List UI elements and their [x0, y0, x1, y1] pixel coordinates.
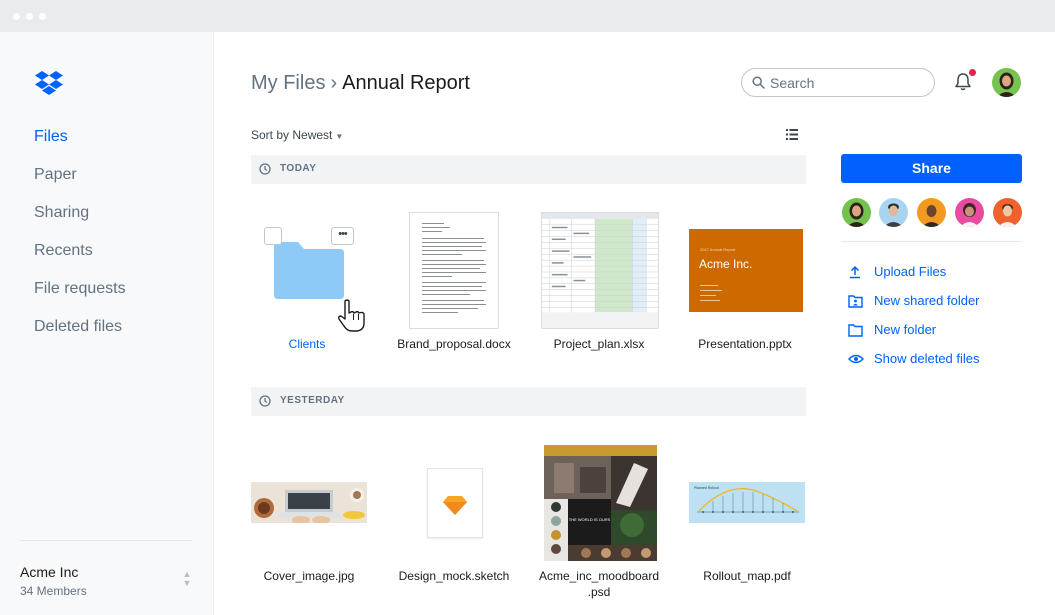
member-avatar[interactable]	[879, 198, 908, 227]
eye-icon	[848, 354, 864, 364]
sidebar-item-paper[interactable]: Paper	[34, 165, 77, 185]
file-name[interactable]: Clients	[232, 336, 382, 352]
document-thumbnail	[409, 212, 499, 329]
file-name[interactable]: Cover_image.jpg	[234, 568, 384, 584]
hand-pointer-cursor-icon	[338, 299, 365, 332]
sketch-file-thumbnail	[427, 468, 483, 538]
search-input[interactable]	[770, 74, 920, 92]
team-name[interactable]: Acme Inc	[20, 564, 78, 580]
minimize-window-button[interactable]	[26, 13, 33, 20]
sidebar-item-recents[interactable]: Recents	[34, 241, 93, 261]
team-member-count: 34 Members	[20, 584, 87, 598]
close-window-button[interactable]	[13, 13, 20, 20]
presentation-thumbnail-subtitle: 2017 Annual Report	[700, 247, 736, 252]
sort-label: Sort by Newest	[251, 128, 333, 142]
team-switcher-chevron-icon[interactable]: ▲ ▼	[180, 570, 194, 590]
sidebar-divider	[20, 540, 192, 541]
file-name[interactable]: Design_mock.sketch	[379, 568, 529, 584]
select-checkbox[interactable]	[264, 227, 282, 245]
pdf-thumbnail: Planned Rollout	[689, 482, 805, 523]
clock-icon	[259, 163, 271, 175]
avatar-person-icon	[884, 203, 903, 227]
dropbox-logo-icon[interactable]	[34, 70, 64, 98]
maximize-window-button[interactable]	[39, 13, 46, 20]
shared-folder-icon	[848, 295, 863, 308]
search-box[interactable]	[741, 68, 935, 97]
sort-dropdown[interactable]: Sort by Newest ▼	[251, 128, 343, 142]
avatar-person-icon	[922, 205, 941, 227]
presentation-thumbnail-title: Acme Inc.	[699, 257, 753, 271]
file-name[interactable]: Brand_proposal.docx	[379, 336, 529, 352]
avatar-person-icon	[997, 72, 1016, 97]
notification-badge	[969, 69, 976, 76]
breadcrumb-separator: ›	[330, 72, 338, 94]
avatar-person-icon	[998, 204, 1017, 227]
sidebar-item-files[interactable]: Files	[34, 127, 68, 147]
section-header-yesterday: YESTERDAY	[251, 387, 806, 416]
folder-icon	[274, 242, 344, 299]
avatar-person-icon	[960, 203, 979, 227]
folder-icon	[848, 324, 863, 337]
user-avatar[interactable]	[992, 68, 1021, 97]
file-name[interactable]: Acme_inc_moodboard .psd	[524, 568, 674, 600]
sidebar-item-sharing[interactable]: Sharing	[34, 203, 89, 223]
spreadsheet-thumbnail	[541, 212, 659, 329]
caret-down-icon: ▼	[335, 132, 344, 141]
section-label: YESTERDAY	[280, 395, 345, 406]
breadcrumb: My Files › Annual Report	[251, 72, 470, 95]
pdf-thumbnail-title: Planned Rollout	[694, 486, 719, 490]
window-titlebar	[0, 0, 1055, 32]
member-avatar[interactable]	[955, 198, 984, 227]
sketch-diamond-icon	[443, 496, 467, 515]
image-thumbnail	[251, 482, 367, 523]
action-label: New shared folder	[874, 293, 980, 308]
member-avatar[interactable]	[993, 198, 1022, 227]
section-label: TODAY	[280, 163, 317, 174]
file-name[interactable]: Project_plan.xlsx	[524, 336, 674, 352]
avatar-person-icon	[847, 202, 866, 227]
member-avatar[interactable]	[842, 198, 871, 227]
section-header-today: TODAY	[251, 155, 806, 184]
file-name[interactable]: Presentation.pptx	[670, 336, 820, 352]
clock-icon	[259, 395, 271, 407]
file-name[interactable]: Rollout_map.pdf	[672, 568, 822, 584]
more-options-icon[interactable]: •••	[331, 227, 354, 245]
moodboard-thumbnail-text: THE WORLD IS OURS	[569, 517, 611, 522]
upload-icon	[850, 265, 860, 279]
share-button[interactable]: Share	[841, 154, 1022, 183]
action-label: Upload Files	[874, 264, 947, 279]
action-label: New folder	[874, 322, 937, 337]
breadcrumb-root-link[interactable]: My Files	[251, 72, 325, 94]
member-avatar[interactable]	[917, 198, 946, 227]
breadcrumb-current: Annual Report	[342, 72, 470, 94]
list-view-icon[interactable]	[786, 129, 798, 140]
right-panel-divider	[841, 241, 1022, 242]
moodboard-thumbnail: THE WORLD IS OURS	[544, 445, 657, 561]
sidebar: Files Paper Sharing Recents File request…	[0, 32, 214, 615]
sidebar-item-file-requests[interactable]: File requests	[34, 279, 126, 299]
sidebar-item-deleted-files[interactable]: Deleted files	[34, 317, 122, 337]
action-label: Show deleted files	[874, 351, 980, 366]
presentation-thumbnail: 2017 Annual Report Acme Inc.	[689, 229, 803, 312]
search-icon	[752, 76, 765, 89]
